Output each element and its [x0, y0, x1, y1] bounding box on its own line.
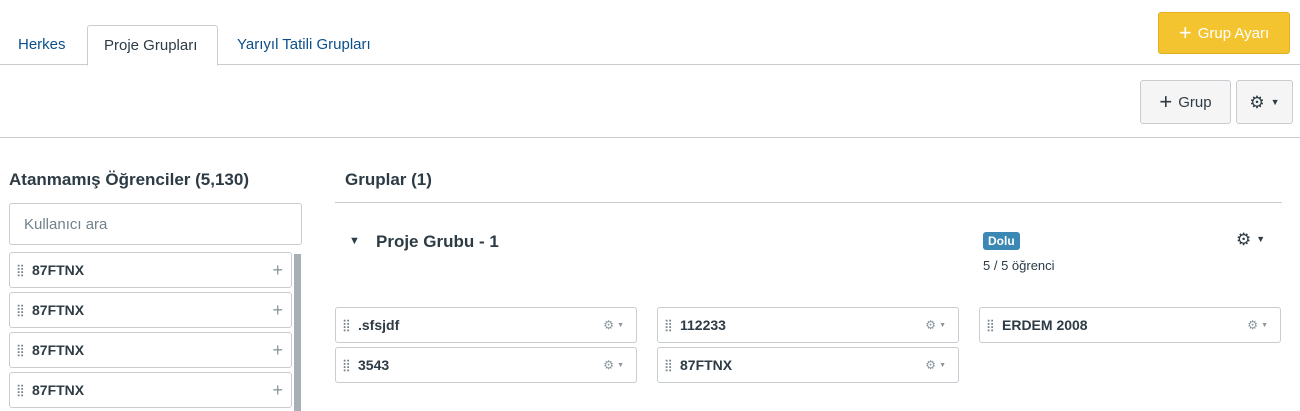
group-name: Proje Grubu - 1	[376, 232, 499, 251]
assign-plus-icon[interactable]: +	[272, 380, 283, 401]
member-settings-button[interactable]: ⚙ ▼	[603, 359, 624, 371]
add-group-set-label: Grup Ayarı	[1197, 24, 1270, 42]
student-name: 87FTNX	[32, 302, 85, 318]
gear-icon: ⚙	[925, 318, 937, 332]
add-group-label: Grup	[1178, 93, 1212, 111]
drag-handle-icon[interactable]: ⣿	[342, 318, 358, 332]
gear-icon: ⚙	[603, 318, 615, 332]
groups-heading: Gruplar (1)	[345, 170, 432, 189]
group-settings-menu-button[interactable]: ⚙ ▼	[1236, 80, 1293, 124]
drag-handle-icon[interactable]: ⣿	[664, 358, 680, 372]
drag-handle-icon[interactable]: ⣿	[16, 303, 32, 317]
gear-icon: ⚙	[1247, 318, 1259, 332]
unassigned-student-item[interactable]: ⣿ 87FTNX +	[9, 292, 292, 328]
tab-semester-break-groups[interactable]: Yarıyıl Tatili Grupları	[221, 25, 387, 65]
group-settings-button[interactable]: ⚙ ▼	[1236, 231, 1265, 248]
user-search-input[interactable]	[9, 203, 302, 245]
gear-icon: ⚙	[1236, 230, 1252, 249]
status-badge: Dolu	[983, 232, 1020, 250]
caret-down-icon: ▼	[617, 321, 624, 329]
gear-icon: ⚙	[1249, 92, 1265, 112]
gear-icon: ⚙	[603, 358, 615, 372]
unassigned-student-item[interactable]: ⣿ 87FTNX +	[9, 252, 292, 288]
plus-icon: +	[1159, 89, 1173, 114]
member-settings-button[interactable]: ⚙ ▼	[603, 319, 624, 331]
drag-handle-icon[interactable]: ⣿	[664, 318, 680, 332]
student-name: 87FTNX	[32, 342, 85, 358]
caret-down-icon: ▼	[939, 361, 946, 369]
drag-handle-icon[interactable]: ⣿	[16, 343, 32, 357]
caret-down-icon: ▼	[617, 361, 624, 369]
group-member-item[interactable]: ⣿ ERDEM 2008 ⚙ ▼	[979, 307, 1281, 343]
student-name: 87FTNX	[32, 262, 85, 278]
drag-handle-icon[interactable]: ⣿	[986, 318, 1002, 332]
student-name: 87FTNX	[32, 382, 85, 398]
toolbar: + Grup ⚙ ▼	[0, 65, 1300, 138]
member-settings-button[interactable]: ⚙ ▼	[925, 319, 946, 331]
drag-handle-icon[interactable]: ⣿	[16, 383, 32, 397]
caret-down-icon: ▼	[1270, 96, 1280, 107]
assign-plus-icon[interactable]: +	[272, 340, 283, 361]
gear-icon: ⚙	[925, 358, 937, 372]
group-member-item[interactable]: ⣿ .sfsjdf ⚙ ▼	[335, 307, 637, 343]
unassigned-student-item[interactable]: ⣿ 87FTNX +	[9, 332, 292, 368]
tab-project-groups[interactable]: Proje Grupları	[87, 25, 218, 66]
caret-down-icon: ▼	[1261, 321, 1268, 329]
member-settings-button[interactable]: ⚙ ▼	[1247, 319, 1268, 331]
member-name: 87FTNX	[680, 357, 733, 373]
group-collapse-toggle-icon[interactable]: ▼	[349, 235, 360, 247]
member-name: ERDEM 2008	[1002, 317, 1088, 333]
add-group-set-button[interactable]: + Grup Ayarı	[1158, 12, 1290, 54]
caret-down-icon: ▼	[1256, 234, 1266, 244]
tab-bar: Herkes Proje Grupları Yarıyıl Tatili Gru…	[0, 0, 1300, 66]
assign-plus-icon[interactable]: +	[272, 300, 283, 321]
unassigned-student-item[interactable]: ⣿ 87FTNX +	[9, 372, 292, 408]
assign-plus-icon[interactable]: +	[272, 260, 283, 281]
group-member-item[interactable]: ⣿ 3543 ⚙ ▼	[335, 347, 637, 383]
drag-handle-icon[interactable]: ⣿	[342, 358, 358, 372]
tab-everyone[interactable]: Herkes	[2, 25, 82, 65]
group-member-count: 5 / 5 öğrenci	[983, 258, 1055, 273]
student-list-scrollbar[interactable]	[294, 254, 301, 411]
caret-down-icon: ▼	[939, 321, 946, 329]
member-name: 3543	[358, 357, 390, 373]
group-member-item[interactable]: ⣿ 112233 ⚙ ▼	[657, 307, 959, 343]
add-group-button[interactable]: + Grup	[1140, 80, 1231, 124]
drag-handle-icon[interactable]: ⣿	[16, 263, 32, 277]
member-name: .sfsjdf	[358, 317, 400, 333]
groups-divider	[335, 202, 1282, 203]
unassigned-student-list: ⣿ 87FTNX + ⣿ 87FTNX + ⣿ 87FTNX + ⣿ 87FTN…	[9, 252, 293, 411]
unassigned-students-heading: Atanmamış Öğrenciler (5,130)	[9, 170, 249, 189]
group-member-item[interactable]: ⣿ 87FTNX ⚙ ▼	[657, 347, 959, 383]
plus-icon: +	[1178, 20, 1192, 45]
member-settings-button[interactable]: ⚙ ▼	[925, 359, 946, 371]
member-name: 112233	[680, 317, 726, 333]
